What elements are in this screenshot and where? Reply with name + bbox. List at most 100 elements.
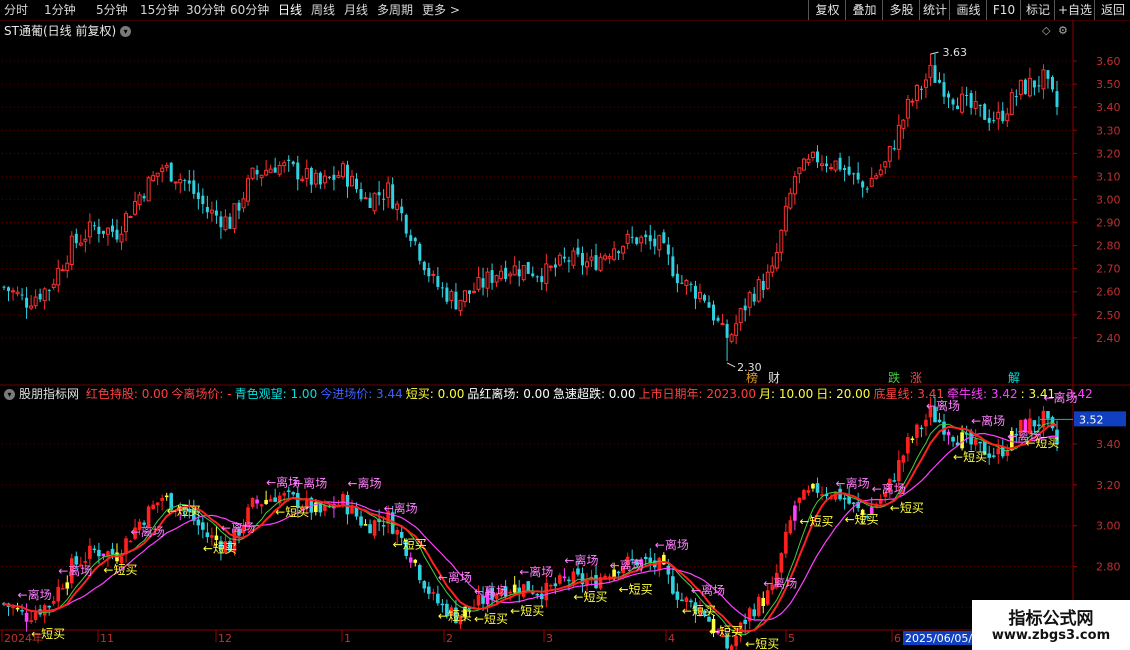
indicator-candle-body xyxy=(201,522,205,530)
indicator-candle-body xyxy=(417,565,422,581)
indicator-candle-body xyxy=(788,520,793,534)
short-buy-label: ←短买 xyxy=(745,637,779,650)
candle-body xyxy=(892,148,896,150)
candle-body xyxy=(164,164,169,168)
f10-button[interactable]: F10 xyxy=(986,0,1021,20)
indicator-candle-body xyxy=(625,556,630,565)
indicator-field-11: 牵牛线: 3.42 xyxy=(947,387,1018,401)
chevron-down-icon[interactable]: ▾ xyxy=(120,26,132,37)
candle-body xyxy=(671,256,675,277)
indicator-candle-body xyxy=(662,554,666,565)
candle-body xyxy=(1032,80,1036,88)
back-button[interactable]: 返回 xyxy=(1094,0,1130,20)
indicator-candle-body xyxy=(878,499,883,504)
indicator-candle-body xyxy=(892,480,897,482)
indicator-candle-body xyxy=(842,497,847,500)
candle-body xyxy=(51,283,56,289)
tab-monthly[interactable]: 月线 xyxy=(344,1,368,19)
indicator-field-9: 日: 20.00 xyxy=(816,387,871,401)
indicator-candle-body xyxy=(887,478,892,492)
indicator-candle-body xyxy=(612,569,616,579)
candle-body xyxy=(467,290,471,294)
chevron-down-icon[interactable]: ▾ xyxy=(4,389,15,400)
indicator-candle-body xyxy=(978,441,982,444)
candle-body xyxy=(372,192,377,212)
indicator-candle-body xyxy=(752,609,757,617)
exit-label: ←离场 xyxy=(266,475,300,490)
candle-body xyxy=(635,237,639,244)
indicator-candle-body xyxy=(56,586,61,602)
adjust-button[interactable]: 复权 xyxy=(808,0,846,20)
indicator-field-3: 今进场价: 3.44 xyxy=(320,387,403,401)
indicator-candle-body xyxy=(454,607,458,624)
tab-30min[interactable]: 30分钟 xyxy=(186,1,225,19)
chart-title-text: ST通葡(日线 前复权) xyxy=(4,24,117,38)
indicator-candle-body xyxy=(756,596,761,616)
candle-body xyxy=(919,88,923,90)
tab-intraday[interactable]: 分时 xyxy=(4,1,28,19)
tab-60min[interactable]: 60分钟 xyxy=(230,1,269,19)
candle-body xyxy=(313,172,318,185)
indicator-candle-body xyxy=(779,553,784,573)
tab-multi-period[interactable]: 多周期 xyxy=(377,1,413,19)
candle-body xyxy=(291,161,295,165)
indicator-candle-body xyxy=(919,427,924,430)
candle-body xyxy=(856,172,860,180)
exit-label: ←离场 xyxy=(610,558,644,573)
tab-15min[interactable]: 15分钟 xyxy=(140,1,179,19)
candle-body xyxy=(896,124,901,150)
tab-weekly[interactable]: 周线 xyxy=(311,1,335,19)
indicator-candle-body xyxy=(648,557,653,563)
indicator-tick-label: 3.00 xyxy=(1096,520,1121,533)
indicator-candle-body xyxy=(1028,418,1032,434)
stats-button[interactable]: 统计 xyxy=(919,0,950,20)
indicator-candle-body xyxy=(128,540,133,543)
exit-label: ←离场 xyxy=(519,564,553,579)
add-watchlist-button[interactable]: +自选 xyxy=(1054,0,1095,20)
indicator-candle-body xyxy=(106,551,110,557)
mark-button[interactable]: 标记 xyxy=(1020,0,1055,20)
indicator-candle-body xyxy=(689,600,693,603)
candle-body xyxy=(504,267,508,279)
indicator-candle-body xyxy=(146,506,151,527)
indicator-candle-body xyxy=(11,606,15,609)
candle-body xyxy=(712,304,716,321)
candle-body xyxy=(716,317,720,321)
indicator-candle-body xyxy=(621,567,625,574)
candle-body xyxy=(725,324,729,338)
tab-5min[interactable]: 5分钟 xyxy=(96,1,128,19)
indicator-candle-body xyxy=(571,571,576,585)
tab-1min[interactable]: 1分钟 xyxy=(44,1,76,19)
indicator-candle-body xyxy=(60,588,65,590)
price-tick-label: 3.20 xyxy=(1096,147,1121,160)
draw-button[interactable]: 画线 xyxy=(949,0,987,20)
candle-body xyxy=(666,244,670,255)
candle-body xyxy=(576,247,580,255)
indicator-candle-body xyxy=(1055,429,1059,444)
candlestick-chart[interactable]: ←短买←短买←短买←短买←短买←短买←短买 ←短买←短买←短买←短买←短买←短买←… xyxy=(0,0,1130,650)
indicator-candle-body xyxy=(558,575,562,584)
candle-body xyxy=(282,162,287,167)
candle-body xyxy=(1005,113,1010,122)
candle-body xyxy=(833,160,838,171)
tab-daily[interactable]: 日线 xyxy=(278,1,302,19)
indicator-candle-body xyxy=(318,502,323,513)
price-tick-label: 3.40 xyxy=(1096,101,1121,114)
indicator-candle-body xyxy=(657,557,662,571)
candle-body xyxy=(25,297,29,308)
short-buy-label: ←短买 xyxy=(573,590,607,604)
tab-more[interactable]: 更多 > xyxy=(422,1,460,19)
indicator-candle-body xyxy=(1010,431,1014,451)
indicator-candle-body xyxy=(666,565,671,575)
chart-title[interactable]: ST通葡(日线 前复权) ▾ xyxy=(4,22,132,39)
indicator-candle-body xyxy=(368,524,372,534)
overlay-button[interactable]: 叠加 xyxy=(845,0,883,20)
indicator-candle-body xyxy=(97,549,101,557)
multi-stock-button[interactable]: 多股 xyxy=(882,0,920,20)
indicator-candle-body xyxy=(937,419,942,423)
candle-body xyxy=(548,265,553,268)
indicator-candle-body xyxy=(603,575,607,579)
indicator-candle-body xyxy=(634,559,639,566)
indicator-candle-body xyxy=(182,508,187,511)
short-buy-label: ←短买 xyxy=(953,450,987,464)
